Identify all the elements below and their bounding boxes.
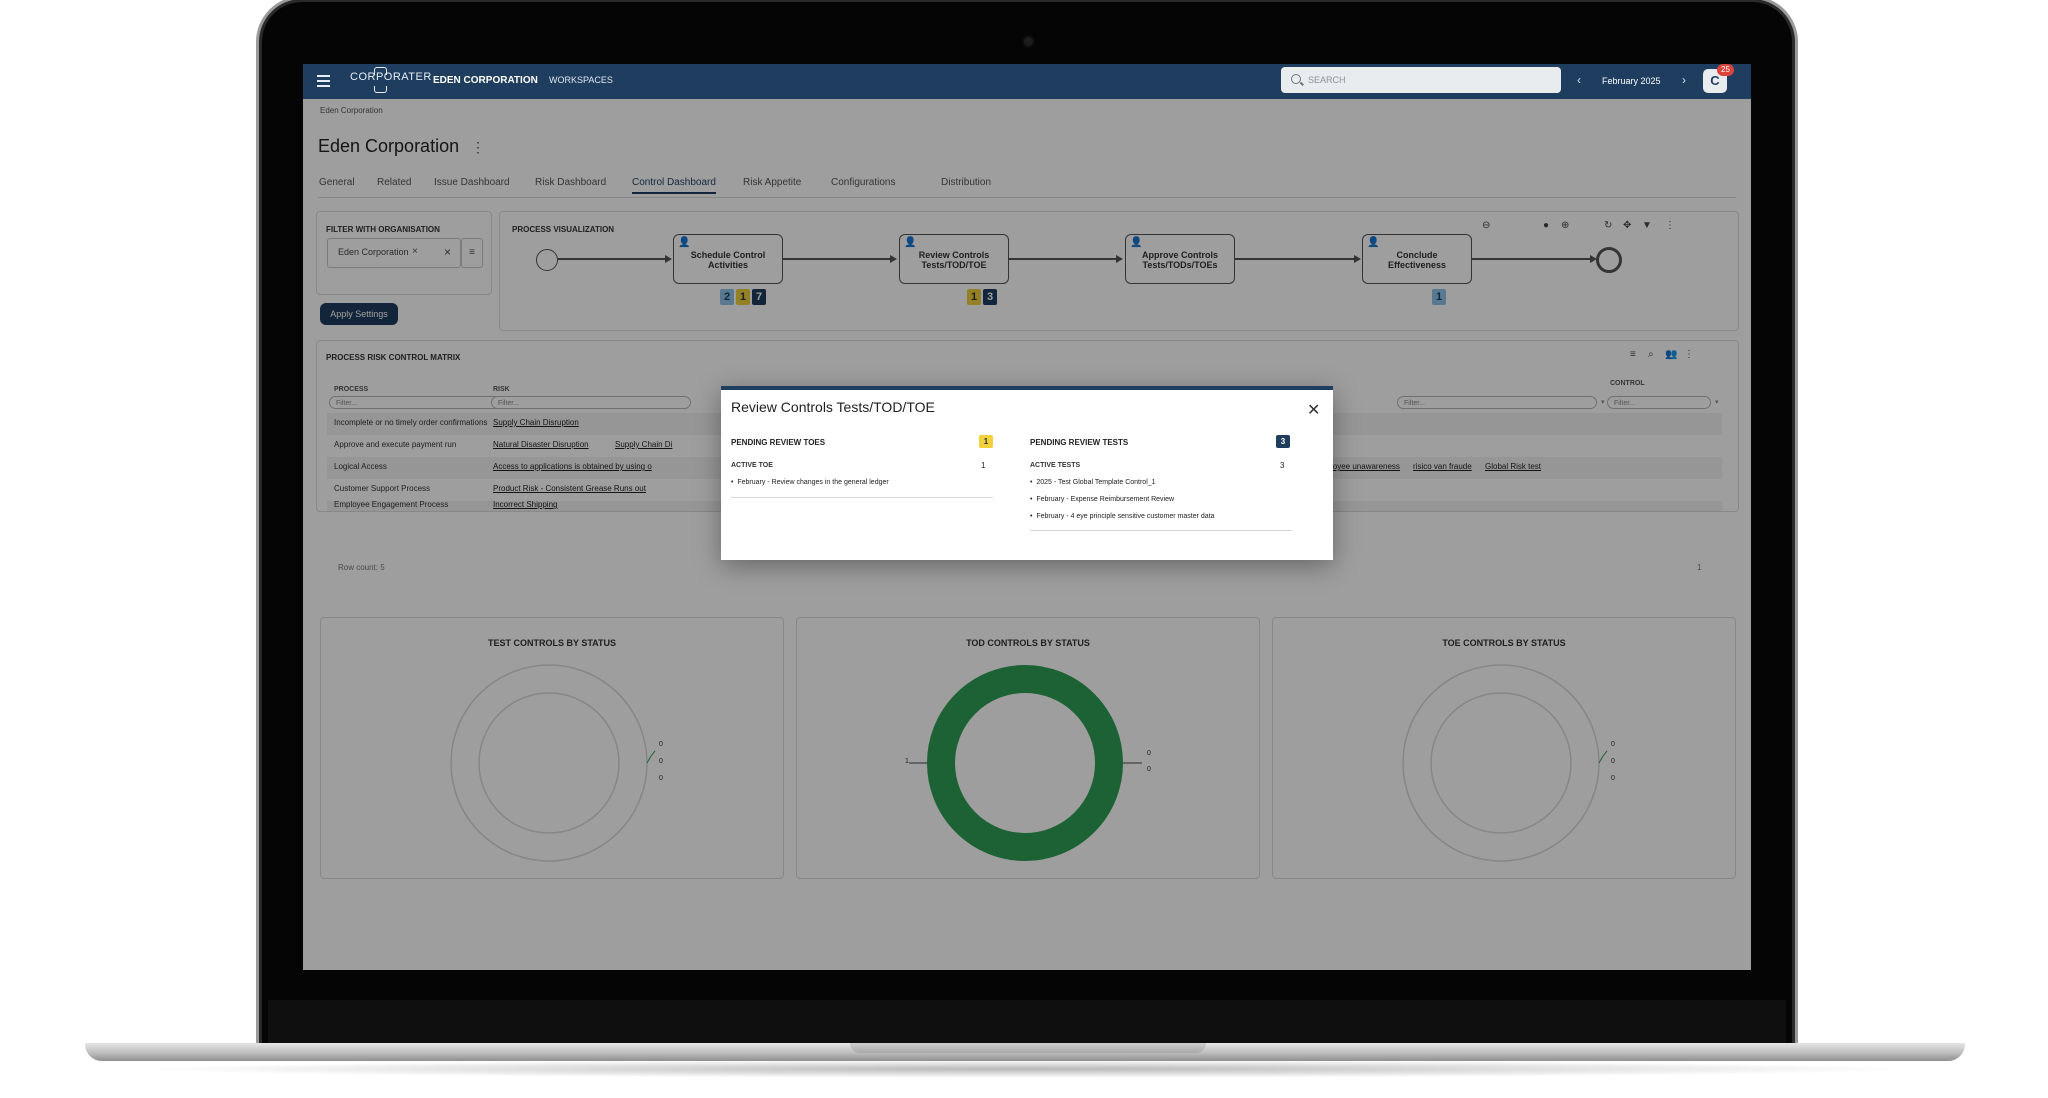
notification-badge: 25	[1717, 64, 1734, 76]
list-item[interactable]: • February - 4 eye principle sensitive c…	[1030, 513, 1215, 520]
active-toe-count: 1	[981, 461, 986, 470]
nav-org[interactable]: EDEN CORPORATION	[433, 75, 538, 86]
list-item[interactable]: • 2025 - Test Global Template Control_1	[1030, 479, 1156, 486]
pending-toes-badge: 1	[979, 435, 993, 448]
divider	[731, 497, 993, 498]
period-date[interactable]: February 2025	[1602, 76, 1661, 86]
laptop-shadow	[130, 1060, 1920, 1078]
top-bar: CORPORATER EDEN CORPORATION WORKSPACES S…	[303, 64, 1751, 99]
camera-icon	[1024, 37, 1033, 46]
active-tests-label: ACTIVE TESTS	[1030, 462, 1081, 469]
chevron-left-icon[interactable]: ‹	[1577, 73, 1581, 87]
search-input[interactable]: SEARCH	[1281, 67, 1561, 93]
pending-tests-badge: 3	[1276, 435, 1290, 448]
corporater-logo[interactable]: CORPORATER	[350, 67, 432, 93]
hamburger-menu-icon[interactable]	[317, 75, 330, 87]
close-icon[interactable]: ✕	[1307, 400, 1320, 420]
search-icon	[1291, 74, 1301, 84]
screen: CORPORATER EDEN CORPORATION WORKSPACES S…	[303, 64, 1751, 970]
laptop-notch	[850, 1043, 1206, 1053]
pending-tests-heading: PENDING REVIEW TESTS	[1030, 438, 1129, 447]
nav-workspaces[interactable]: WORKSPACES	[549, 75, 613, 85]
active-tests-count: 3	[1280, 461, 1285, 470]
active-toe-label: ACTIVE TOE	[731, 462, 773, 469]
chevron-right-icon[interactable]: ›	[1682, 73, 1686, 87]
list-item[interactable]: • February - Expense Reimbursement Revie…	[1030, 496, 1174, 503]
divider	[1030, 530, 1292, 531]
review-controls-modal: Review Controls Tests/TOD/TOE ✕ PENDING …	[721, 386, 1333, 560]
list-item[interactable]: • February - Review changes in the gener…	[731, 479, 889, 486]
modal-title: Review Controls Tests/TOD/TOE	[731, 399, 935, 415]
laptop-chin	[268, 1000, 1786, 1046]
pending-toes-heading: PENDING REVIEW TOES	[731, 438, 826, 447]
search-placeholder: SEARCH	[1308, 75, 1346, 85]
